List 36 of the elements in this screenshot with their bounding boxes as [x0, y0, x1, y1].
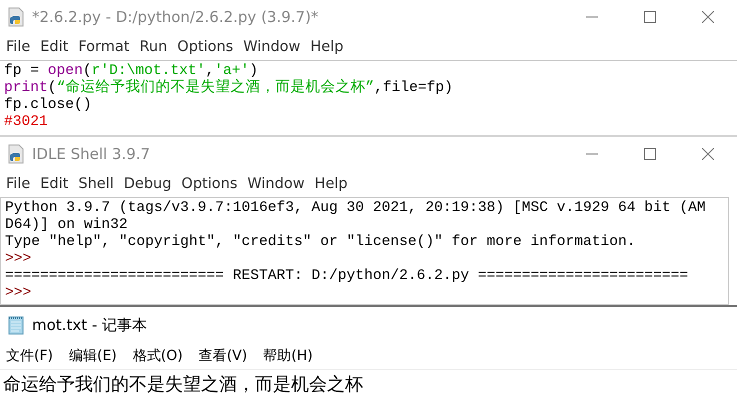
- code-line: fp.close(): [4, 97, 92, 114]
- menu-item[interactable]: Help: [310, 39, 344, 55]
- menu-item[interactable]: Run: [139, 39, 168, 55]
- menu-item[interactable]: Window: [247, 176, 305, 192]
- menu-item[interactable]: Options: [177, 39, 234, 55]
- code-line: fp = open(r'D:\mot.txt','a+'): [4, 63, 258, 79]
- code-line: #3021: [4, 114, 48, 131]
- menu-item[interactable]: Window: [243, 39, 300, 55]
- shell-line: Python 3.9.7 (tags/v3.9.7:1016ef3, Aug 30 2021, 20:19:38) [MSC v.1929 64 bit (AM: [5, 200, 706, 217]
- notepad-icon: [6, 315, 26, 335]
- menu-item[interactable]: Edit: [40, 39, 68, 55]
- menu-item[interactable]: 格式(O): [132, 347, 183, 365]
- python-file-icon: [6, 7, 26, 27]
- shell-line: >>>: [5, 285, 32, 302]
- python-file-icon: [6, 144, 26, 164]
- menu-item[interactable]: Shell: [78, 176, 114, 192]
- shell-line: >>>: [5, 251, 32, 268]
- menu-item[interactable]: Debug: [124, 176, 172, 192]
- code-line: print(“命运给予我们的不是失望之酒，而是机会之杯”,file=fp): [4, 80, 453, 97]
- menu-item[interactable]: File: [6, 176, 30, 192]
- menu-item[interactable]: 编辑(E): [68, 347, 117, 365]
- menu-item[interactable]: 文件(F): [6, 347, 53, 365]
- window-title: *2.6.2.py - D:/python/2.6.2.py (3.9.7)*: [32, 8, 318, 26]
- menu-item[interactable]: File: [6, 39, 30, 55]
- shell-line: D64)] on win32: [5, 217, 128, 234]
- menu-item[interactable]: 查看(V): [198, 347, 248, 365]
- menu-item[interactable]: Help: [314, 176, 348, 192]
- document-text: 命运给予我们的不是失望之酒，而是机会之杯: [2, 373, 364, 397]
- menu-item[interactable]: Format: [78, 39, 130, 55]
- menu-item[interactable]: 帮助(H): [263, 347, 313, 365]
- menu-item[interactable]: Options: [181, 176, 238, 192]
- menu-item[interactable]: Edit: [40, 176, 68, 192]
- shell-line: ========================= RESTART: D:/python/2.6.2.py ========================: [5, 268, 688, 285]
- shell-line: Type "help", "copyright", "credits" or "license()" for more information.: [5, 234, 636, 251]
- window-title: mot.txt - 记事本: [32, 316, 148, 334]
- window-title: IDLE Shell 3.9.7: [32, 145, 150, 163]
